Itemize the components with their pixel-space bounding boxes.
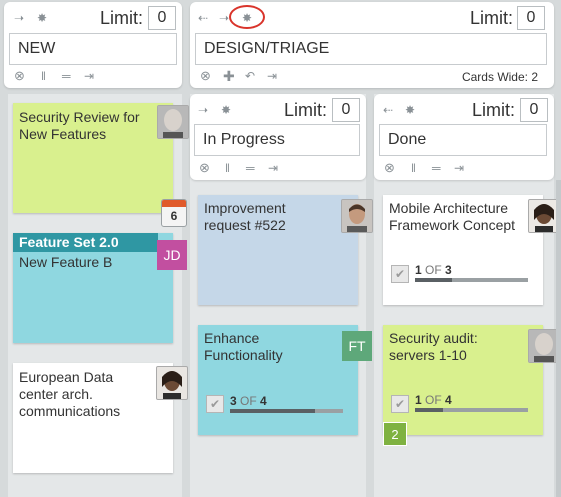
- checkbox-icon: ✔: [391, 265, 409, 283]
- progress-bar: [415, 408, 528, 412]
- card-european-data[interactable]: European Data center arch. communication…: [13, 363, 188, 473]
- avatar: [341, 199, 373, 233]
- lane-name-input[interactable]: NEW: [9, 33, 177, 65]
- split-horizontal-icon[interactable]: ═: [62, 70, 71, 82]
- card-title: Mobile Architecture Framework Concept: [389, 200, 516, 233]
- card-title: Security Review for New Features: [19, 109, 140, 142]
- card-security-review[interactable]: Security Review for New Features 6: [13, 103, 189, 227]
- limit-input[interactable]: 0: [520, 98, 548, 122]
- move-right-icon[interactable]: ➝: [219, 12, 229, 24]
- checkbox-icon: ✔: [391, 395, 409, 413]
- split-horizontal-icon[interactable]: ═: [246, 162, 255, 174]
- limit-label: Limit:: [100, 8, 144, 28]
- lane-name-input[interactable]: In Progress: [194, 124, 360, 156]
- card-feature-set[interactable]: Feature Set 2.0 New Feature B JD: [13, 233, 187, 343]
- card-title: Security audit: servers 1-10: [389, 330, 478, 363]
- lane-header-design: ⇠ ➝ ✸ Limit: 0 DESIGN/TRIAGE ⊗ ✚ ↶ ⇥ Car…: [190, 2, 554, 88]
- collapse-icon[interactable]: ⇥: [454, 162, 464, 174]
- cards-wide-label: Cards Wide: 2: [461, 70, 538, 84]
- close-icon[interactable]: ⊗: [199, 161, 210, 174]
- move-left-icon[interactable]: ⇠: [198, 12, 208, 24]
- checkbox-icon: ✔: [206, 395, 224, 413]
- card-mobile-architecture[interactable]: Mobile Architecture Framework Concept ✔ …: [383, 195, 560, 305]
- gear-icon[interactable]: ✸: [221, 104, 231, 116]
- card-security-audit[interactable]: Security audit: servers 1-10 ✔ 1 OF 4 2: [383, 325, 560, 446]
- right-edge-panel: [556, 180, 561, 497]
- collapse-icon[interactable]: ⇥: [84, 70, 94, 82]
- collapse-icon[interactable]: ⇥: [268, 162, 278, 174]
- lane-header-new: ➝ ✸ Limit: 0 NEW ⊗ ‖ ═ ⇥: [4, 2, 182, 88]
- gear-icon[interactable]: ✸: [37, 12, 47, 24]
- collapse-icon[interactable]: ⇥: [267, 70, 277, 82]
- split-vertical-icon[interactable]: ‖: [411, 162, 416, 174]
- lane-header-inprogress: ➝ ✸ Limit: 0 In Progress ⊗ ‖ ═ ⇥: [190, 94, 366, 180]
- limit-label: Limit:: [472, 100, 516, 120]
- close-icon[interactable]: ⊗: [14, 69, 25, 82]
- count-badge: 2: [383, 422, 407, 446]
- move-right-icon[interactable]: ➝: [14, 12, 24, 24]
- undo-icon[interactable]: ↶: [245, 70, 255, 82]
- initials-badge: JD: [157, 240, 187, 270]
- close-icon[interactable]: ⊗: [384, 161, 395, 174]
- avatar: [156, 366, 188, 400]
- limit-input[interactable]: 0: [332, 98, 360, 122]
- move-left-icon[interactable]: ⇠: [383, 104, 393, 116]
- progress-text: 1 OF 4: [415, 393, 452, 407]
- date-badge: 6: [170, 209, 178, 223]
- limit-label: Limit:: [470, 8, 514, 28]
- split-vertical-icon[interactable]: ‖: [41, 70, 46, 82]
- lane-name-input[interactable]: DESIGN/TRIAGE: [195, 33, 547, 65]
- progress-fill: [230, 409, 315, 413]
- calendar-icon: 6: [161, 199, 187, 227]
- lane-name-input[interactable]: Done: [379, 124, 547, 156]
- split-horizontal-icon[interactable]: ═: [432, 162, 441, 174]
- card-title: European Data center arch. communication…: [19, 369, 121, 419]
- lane-header-done: ⇠ ✸ Limit: 0 Done ⊗ ‖ ═ ⇥: [374, 94, 554, 180]
- card-improvement-request[interactable]: Improvement request #522: [198, 195, 373, 305]
- card-header: Feature Set 2.0: [13, 233, 158, 252]
- gear-icon[interactable]: ✸: [405, 104, 415, 116]
- card-title: Enhance Functionality: [204, 330, 283, 363]
- progress-bar: [230, 409, 343, 413]
- initials-badge: FT: [342, 331, 372, 361]
- highlight-circle: [229, 5, 265, 29]
- avatar: [157, 105, 189, 139]
- card-enhance-functionality[interactable]: Enhance Functionality FT ✔ 3 OF 4: [198, 325, 372, 435]
- split-vertical-icon[interactable]: ‖: [225, 162, 230, 174]
- progress-fill: [415, 408, 444, 412]
- progress-text: 1 OF 3: [415, 263, 452, 277]
- limit-input[interactable]: 0: [517, 6, 545, 30]
- limit-label: Limit:: [284, 100, 328, 120]
- add-icon[interactable]: ✚: [223, 69, 235, 83]
- card-title: Improvement request #522: [204, 200, 286, 233]
- limit-input[interactable]: 0: [148, 6, 176, 30]
- move-right-icon[interactable]: ➝: [198, 104, 208, 116]
- progress-bar: [415, 278, 528, 282]
- card-title: New Feature B: [19, 254, 113, 270]
- progress-text: 3 OF 4: [230, 394, 267, 408]
- progress-fill: [415, 278, 453, 282]
- close-icon[interactable]: ⊗: [200, 69, 211, 82]
